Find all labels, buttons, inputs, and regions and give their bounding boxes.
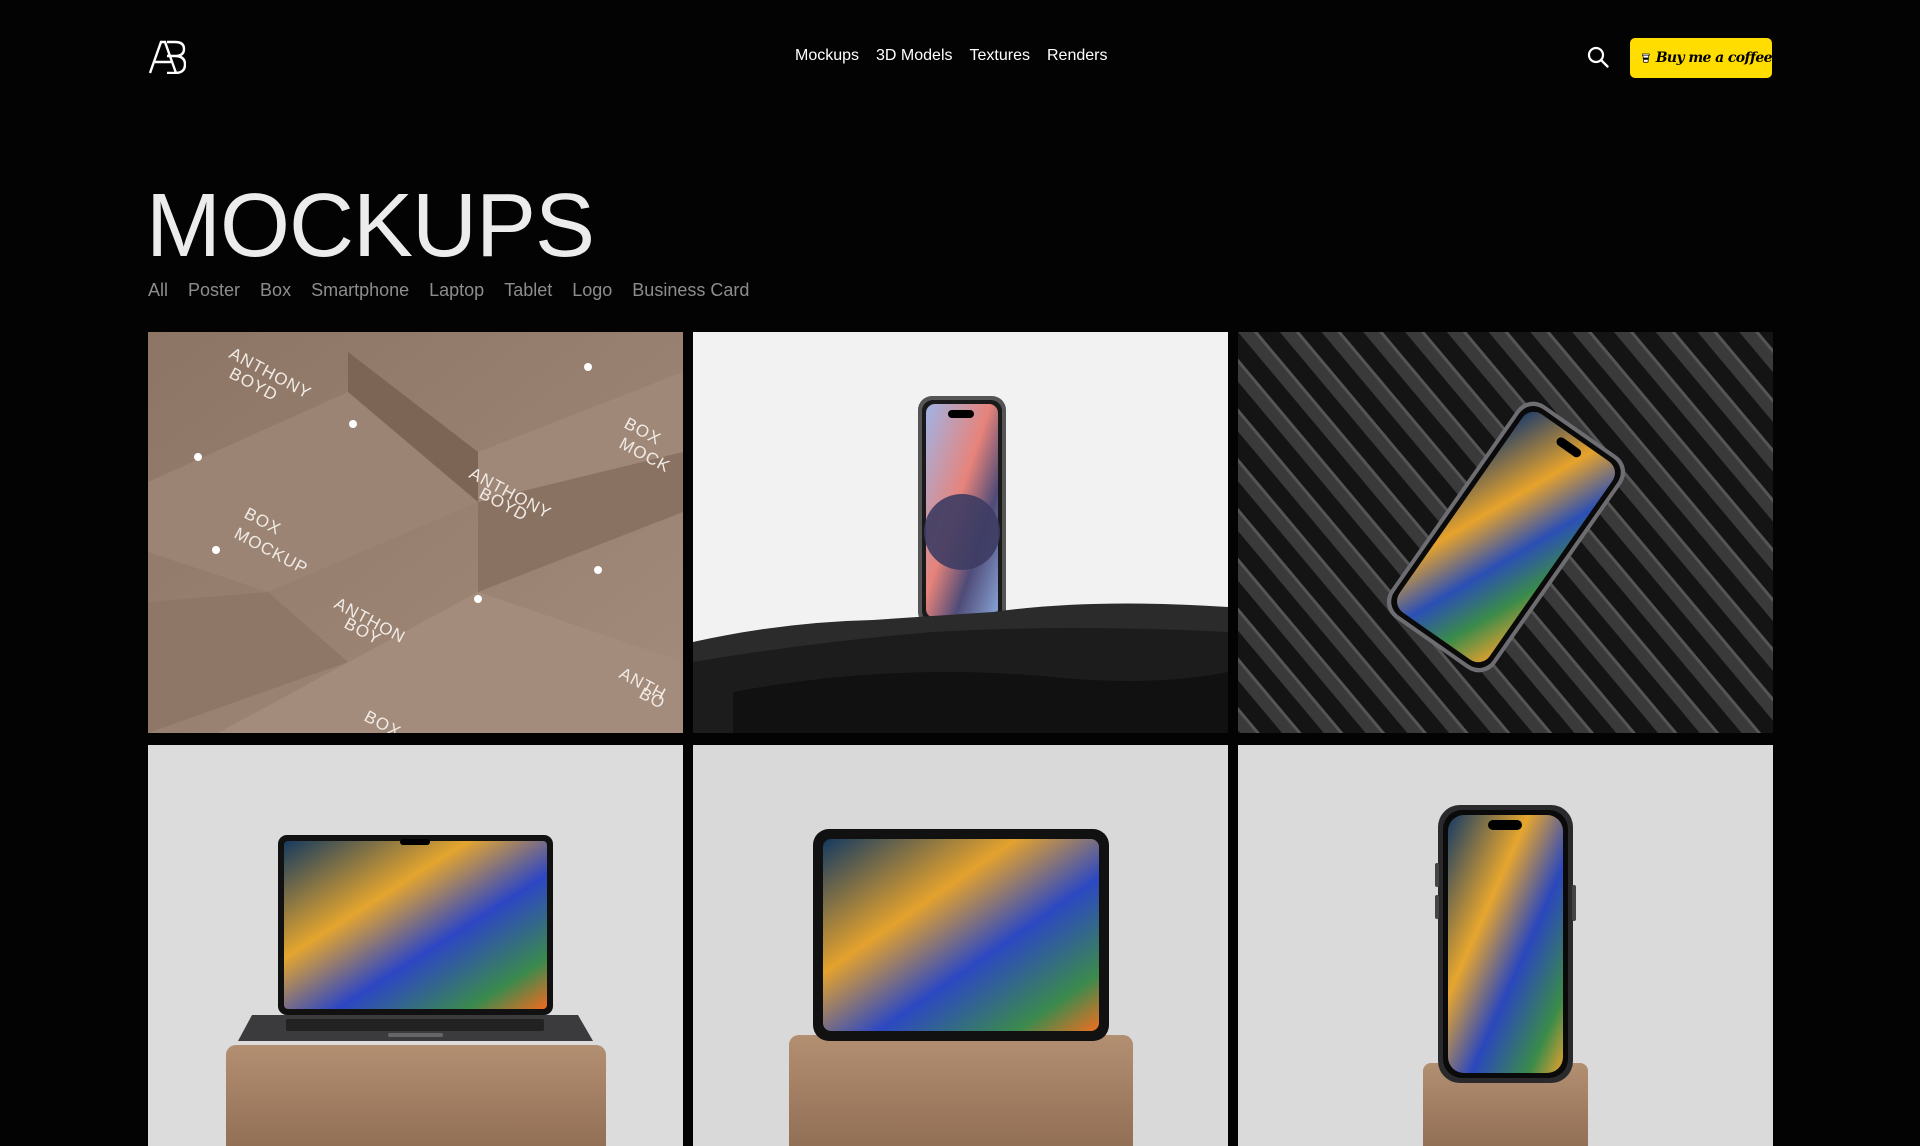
nav-3d-models[interactable]: 3D Models [876, 47, 952, 65]
box-mockup-image: ANTHONY BOYD BOX MOCKUP ANTHONY BOYD ANT… [148, 332, 683, 733]
coffee-cup-icon [1642, 53, 1650, 63]
site-header: Mockups 3D Models Textures Renders Buy m… [0, 0, 1920, 116]
filter-box[interactable]: Box [260, 278, 291, 302]
tablet-image [693, 745, 1228, 1146]
search-icon[interactable] [1586, 45, 1610, 69]
nav-mockups[interactable]: Mockups [795, 47, 859, 65]
mockup-card-box[interactable]: ANTHONY BOYD BOX MOCKUP ANTHONY BOYD ANT… [148, 332, 683, 733]
filter-tablet[interactable]: Tablet [504, 278, 552, 302]
main-nav: Mockups 3D Models Textures Renders [795, 47, 1107, 65]
coffee-button-label: Buy me a coffee [1655, 50, 1773, 66]
logo-icon[interactable] [148, 40, 186, 74]
filter-poster[interactable]: Poster [188, 278, 240, 302]
nav-textures[interactable]: Textures [970, 47, 1030, 65]
filter-laptop[interactable]: Laptop [429, 278, 484, 302]
filter-logo[interactable]: Logo [572, 278, 612, 302]
smartphone-stripes-image [1238, 332, 1773, 733]
mockup-card-smartphone-pedestal[interactable] [1238, 745, 1773, 1146]
laptop-image [148, 745, 683, 1146]
smartphone-pedestal-image [1238, 745, 1773, 1146]
smartphone-rock-image [693, 332, 1228, 733]
mockup-card-tablet[interactable] [693, 745, 1228, 1146]
mockup-card-smartphone-rock[interactable] [693, 332, 1228, 733]
nav-renders[interactable]: Renders [1047, 47, 1107, 65]
filter-smartphone[interactable]: Smartphone [311, 278, 409, 302]
mockup-card-smartphone-stripes[interactable] [1238, 332, 1773, 733]
filter-business-card[interactable]: Business Card [632, 278, 749, 302]
mockup-grid: ANTHONY BOYD BOX MOCKUP ANTHONY BOYD ANT… [148, 332, 1773, 1146]
mockup-card-laptop[interactable] [148, 745, 683, 1146]
buy-me-a-coffee-button[interactable]: Buy me a coffee [1630, 38, 1773, 78]
page-title: MOCKUPS [146, 176, 595, 276]
filter-all[interactable]: All [148, 278, 168, 302]
category-filters: All Poster Box Smartphone Laptop Tablet … [148, 278, 749, 302]
